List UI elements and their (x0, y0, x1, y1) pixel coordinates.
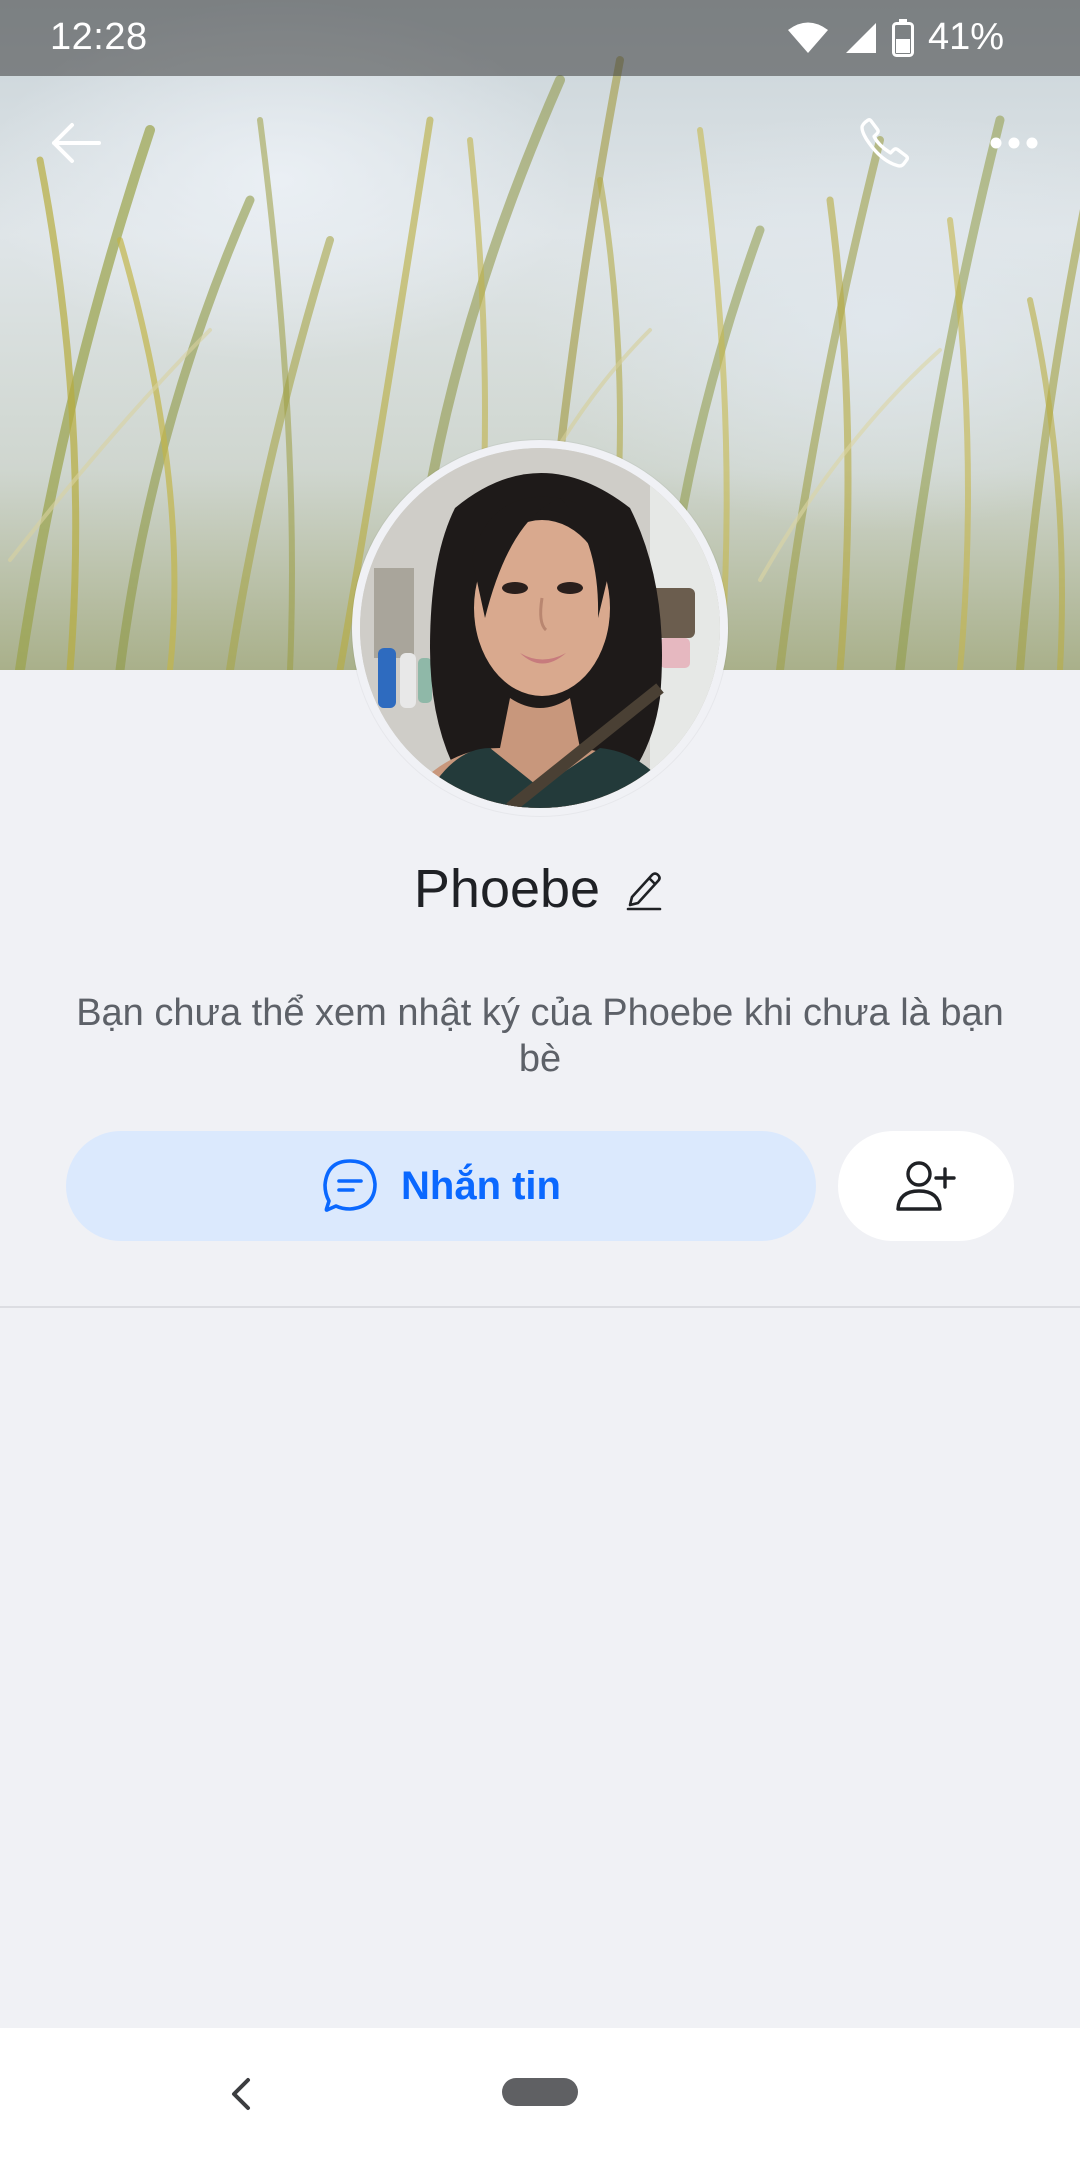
section-divider (0, 1306, 1080, 1308)
more-dots-icon (990, 137, 1038, 149)
phone-icon (860, 118, 910, 168)
nav-back-icon[interactable] (216, 2068, 264, 2120)
avatar-portrait (360, 448, 720, 808)
chat-bubble-icon (323, 1159, 377, 1212)
wifi-icon (786, 21, 830, 55)
system-nav-bar (0, 2028, 1080, 2160)
more-options-button[interactable] (974, 103, 1054, 183)
pencil-icon[interactable] (622, 867, 666, 911)
back-arrow-icon (52, 123, 101, 163)
status-time: 12:28 (50, 16, 148, 58)
message-button[interactable]: Nhắn tin (66, 1131, 816, 1241)
status-icons: 41% (786, 16, 1004, 59)
avatar-photo (360, 448, 720, 808)
profile-name: Phoebe (413, 859, 601, 919)
profile-name-row: Phoebe (0, 858, 1080, 920)
message-button-label: Nhắn tin (401, 1163, 561, 1208)
add-friend-button[interactable] (838, 1131, 1014, 1241)
battery-percent: 41% (927, 16, 1004, 58)
battery-icon (891, 18, 914, 57)
add-user-icon (896, 1161, 956, 1211)
call-button[interactable] (844, 103, 924, 183)
privacy-info-text: Bạn chưa thể xem nhật ký của Phoebe khi … (76, 992, 1004, 1080)
home-pill[interactable] (502, 2078, 578, 2106)
cell-signal-icon (844, 21, 878, 55)
avatar[interactable] (352, 440, 728, 816)
back-button[interactable] (36, 103, 116, 183)
status-bar: 12:28 41% (0, 0, 1080, 76)
